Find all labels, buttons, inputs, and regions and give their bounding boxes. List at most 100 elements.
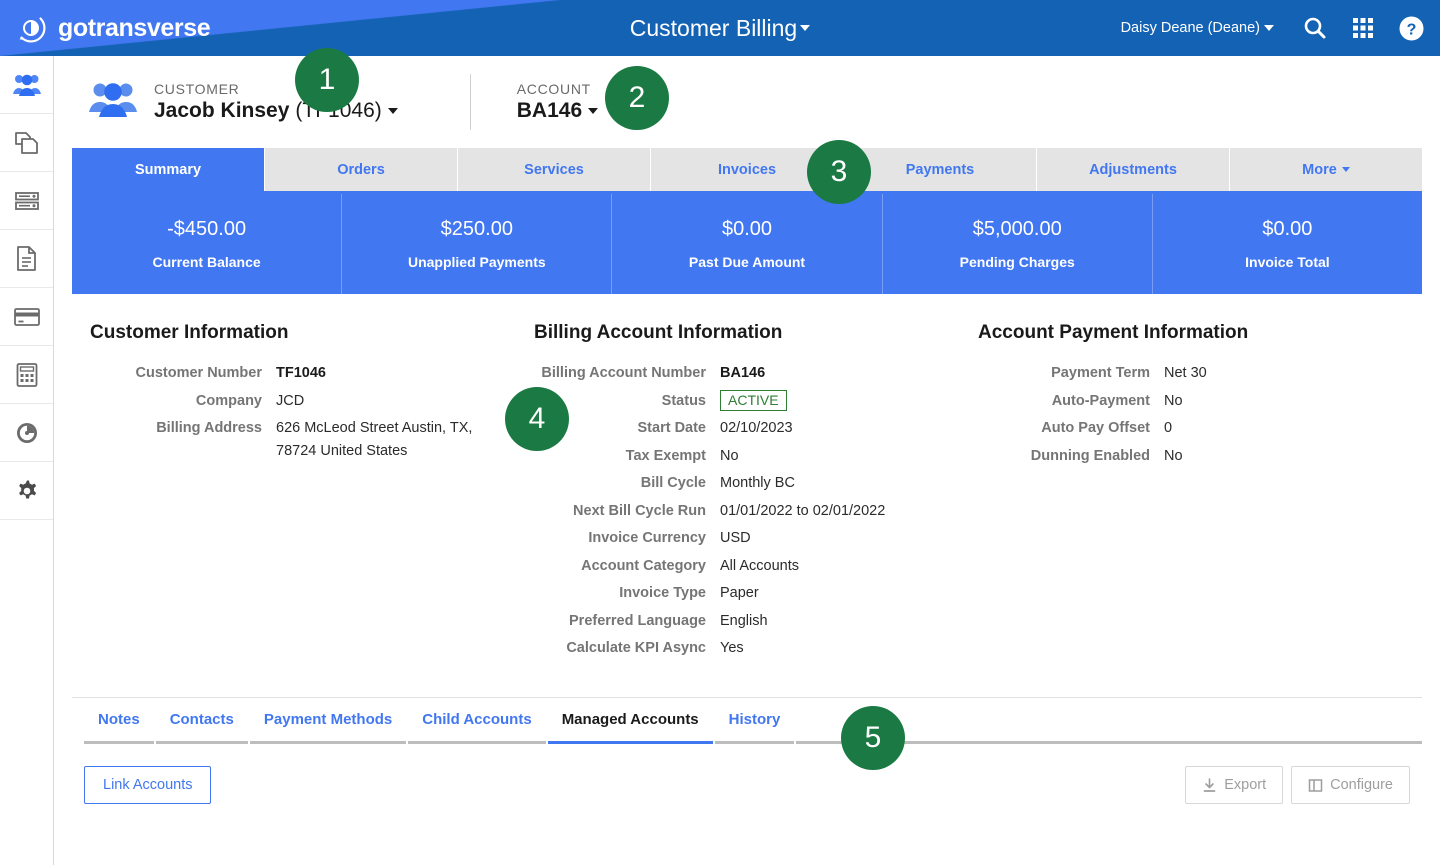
app-title-text: Customer Billing (629, 14, 798, 41)
subtab-child-accounts[interactable]: Child Accounts (408, 698, 546, 744)
info-value: USD (720, 530, 751, 546)
info-value: 01/01/2022 to 02/01/2022 (720, 502, 886, 519)
subtab-label: Child Accounts (422, 711, 532, 728)
info-value: JCD (276, 392, 305, 409)
tab-more[interactable]: More (1230, 148, 1422, 191)
info-value: 626 McLeod Street Austin, TX, 78724 Unit… (276, 420, 473, 459)
panel-heading: Customer Information (90, 322, 289, 343)
left-sidebar-rail (0, 56, 54, 865)
kpi-label: Unapplied Payments (407, 254, 546, 270)
kpi-past-due-amount: $0.00 Past Due Amount (612, 194, 883, 294)
customer-field-label: CUSTOMER (154, 81, 240, 97)
tab-label: Orders (337, 161, 385, 178)
subtab-payment-methods[interactable]: Payment Methods (249, 698, 407, 744)
status-badge: ACTIVE (720, 389, 787, 411)
kpi-label: Current Balance (152, 254, 261, 270)
primary-tab-bar: Summary Orders Services Invoices Payment… (72, 148, 1422, 194)
info-key: Invoice Type (619, 585, 706, 601)
apps-grid-button[interactable] (1348, 13, 1378, 43)
sidebar-item-payments[interactable] (0, 288, 53, 346)
subtab-notes[interactable]: Notes (84, 698, 154, 744)
info-row: Status ACTIVE (534, 389, 978, 413)
subtab-label: History (728, 711, 781, 728)
account-selector-group[interactable]: ACCOUNT BA146 (516, 81, 599, 123)
info-row: Company JCD (90, 390, 534, 413)
info-key: Dunning Enabled (1030, 447, 1150, 464)
tab-orders[interactable]: Orders (265, 148, 458, 191)
sidebar-item-settings[interactable] (0, 462, 53, 520)
kpi-label: Invoice Total (1245, 254, 1330, 270)
info-value: 0 (1164, 420, 1173, 436)
info-row: Auto Pay Offset 0 (978, 417, 1422, 440)
info-key: Bill Cycle (640, 475, 706, 491)
subtab-label: Payment Methods (263, 711, 393, 728)
action-toolbar: Link Accounts Export Configure (72, 766, 1422, 804)
info-row: Payment Term Net 30 (978, 362, 1422, 385)
chevron-down-icon (1341, 167, 1350, 172)
credit-card-icon (13, 307, 40, 326)
sidebar-item-customers[interactable] (0, 56, 53, 114)
link-accounts-button[interactable]: Link Accounts (84, 766, 212, 804)
help-button[interactable]: ? (1396, 13, 1426, 43)
configure-label: Configure (1330, 777, 1393, 793)
calculator-icon (16, 362, 37, 387)
tab-summary[interactable]: Summary (72, 148, 265, 191)
app-title-dropdown[interactable]: Customer Billing (629, 14, 811, 42)
panel-heading: Account Payment Information (978, 322, 1249, 343)
kpi-summary-strip: -$450.00 Current Balance $250.00 Unappli… (72, 194, 1422, 294)
info-value: BA146 (720, 365, 766, 381)
tab-adjustments[interactable]: Adjustments (1037, 148, 1230, 191)
kpi-pending-charges: $5,000.00 Pending Charges (883, 194, 1153, 294)
info-key: Billing Address (156, 420, 262, 436)
chevron-down-icon (1264, 25, 1274, 31)
subtab-managed-accounts[interactable]: Managed Accounts (547, 698, 713, 744)
info-row: Dunning Enabled No (978, 445, 1422, 468)
brand-logo-group[interactable]: gotransverse (14, 0, 211, 56)
download-icon (1203, 777, 1216, 792)
info-row: Next Bill Cycle Run 01/01/2022 to 02/01/… (534, 500, 978, 523)
info-row: Account Category All Accounts (534, 555, 978, 578)
kpi-unapplied-payments: $250.00 Unapplied Payments (342, 194, 613, 294)
info-row: Auto-Payment No (978, 390, 1422, 413)
account-value-dropdown[interactable]: BA146 (516, 99, 599, 123)
subtab-history[interactable]: History (714, 698, 795, 744)
chevron-down-icon (800, 25, 811, 31)
configure-button[interactable]: Configure (1291, 766, 1410, 804)
info-row: Calculate KPI Async Yes (534, 637, 978, 660)
info-row: Customer Number TF1046 (90, 362, 534, 385)
tab-label: Invoices (717, 161, 777, 178)
info-key: Next Bill Cycle Run (573, 502, 706, 519)
export-button[interactable]: Export (1185, 766, 1284, 804)
callout-badge-1: 1 (295, 48, 359, 112)
info-value: All Accounts (720, 557, 799, 574)
info-row: Bill Cycle Monthly BC (534, 472, 978, 495)
customer-value-dropdown[interactable]: Jacob Kinsey (TF1046) (154, 99, 398, 123)
copy-documents-icon (14, 131, 38, 154)
brand-name: gotransverse (58, 13, 211, 42)
user-menu[interactable]: Daisy Deane (Deane) (1121, 20, 1274, 36)
gotransverse-circle-logo (19, 17, 46, 43)
subtab-contacts[interactable]: Contacts (155, 698, 248, 744)
secondary-tab-bar: Notes Contacts Payment Methods Child Acc… (72, 698, 1422, 744)
tab-label: Services (524, 161, 584, 178)
tab-services[interactable]: Services (458, 148, 651, 191)
info-row: Start Date 02/10/2023 (534, 417, 978, 440)
sidebar-item-reports[interactable] (0, 404, 53, 462)
sidebar-item-products[interactable] (0, 114, 53, 172)
apps-grid-icon (1353, 18, 1373, 38)
customer-name: Jacob Kinsey (154, 99, 290, 122)
chevron-down-icon (588, 108, 599, 114)
customer-information-panel: Customer Information Customer Number TF1… (90, 322, 534, 665)
sidebar-item-rating[interactable] (0, 346, 53, 404)
tab-label: Payments (905, 161, 975, 178)
document-page-icon (16, 246, 36, 271)
sidebar-item-orders[interactable] (0, 172, 53, 230)
tab-payments[interactable]: Payments (844, 148, 1037, 191)
info-value: No (720, 447, 739, 464)
account-number: BA146 (516, 99, 583, 122)
entity-context-bar: CUSTOMER Jacob Kinsey (TF1046) ACCOUNT B… (54, 56, 1440, 148)
callout-badge-5: 5 (841, 706, 905, 770)
gear-settings-icon (18, 480, 36, 498)
sidebar-item-invoices[interactable] (0, 230, 53, 288)
search-button[interactable] (1300, 13, 1330, 43)
